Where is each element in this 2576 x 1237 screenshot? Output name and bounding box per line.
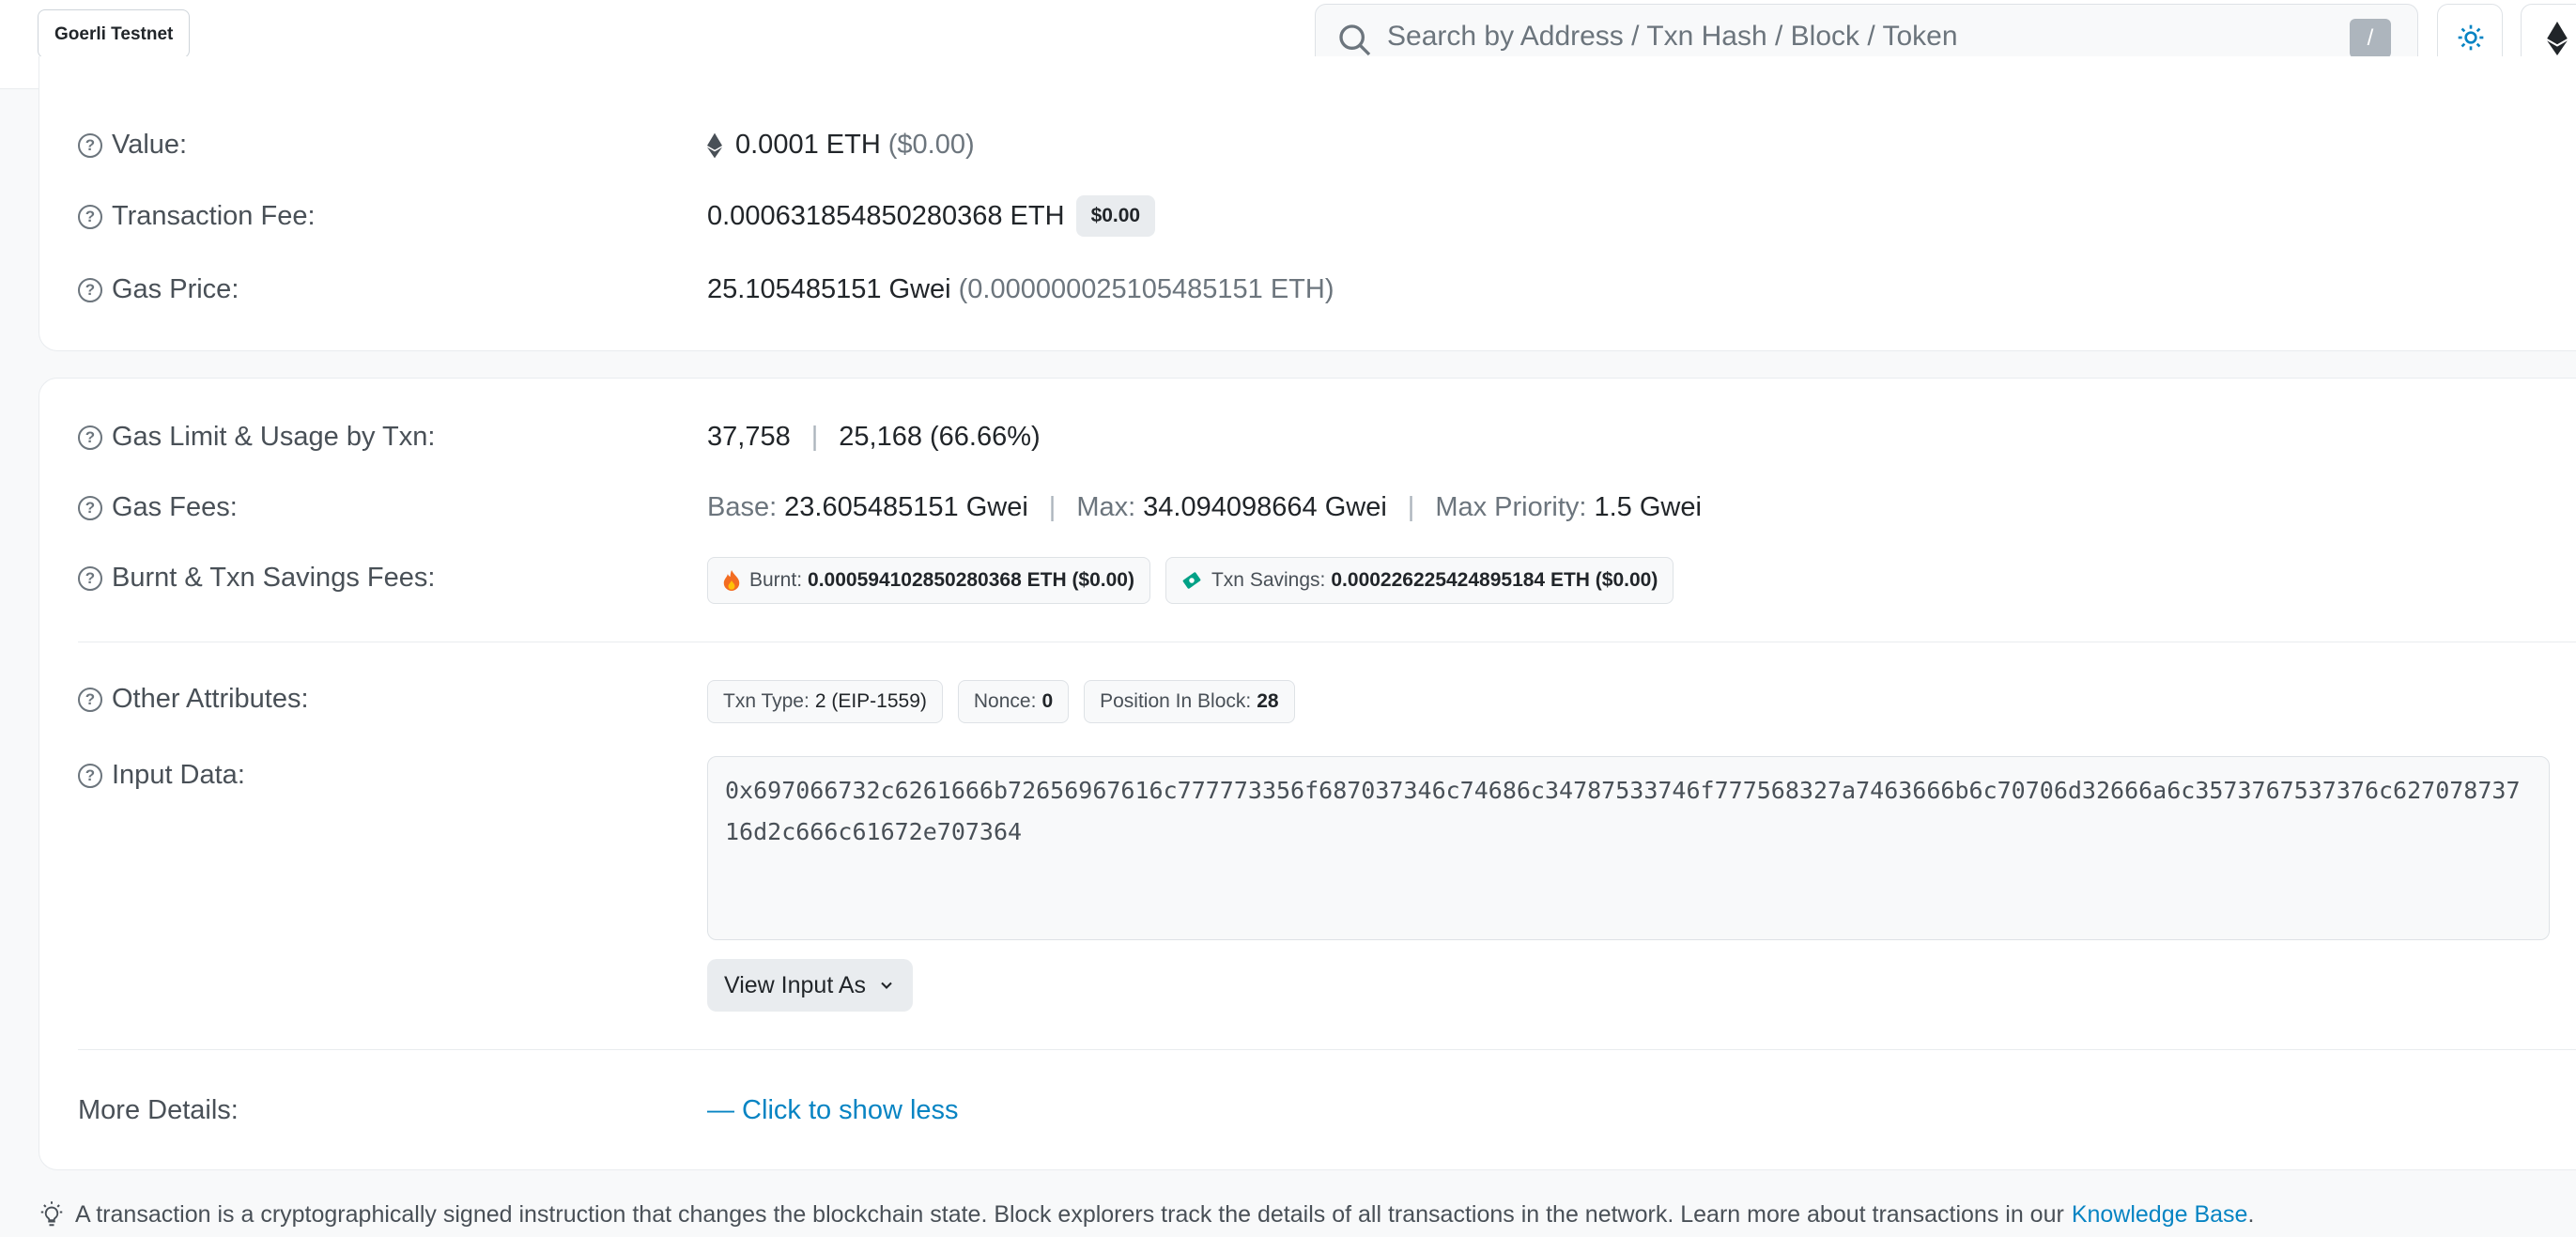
value-usd: ($0.00) (887, 130, 975, 160)
max-priority-label: Max Priority: (1435, 492, 1587, 522)
savings-fee-pill: Txn Savings: 0.000226225424895184 ETH ($… (1165, 557, 1674, 604)
burnt-fee-pill: Burnt: 0.000594102850280368 ETH ($0.00) (707, 557, 1150, 604)
question-icon[interactable]: ? (78, 565, 102, 591)
question-icon[interactable]: ? (78, 495, 102, 520)
search-icon (1339, 24, 1371, 56)
knowledge-base-link[interactable]: Knowledge Base (2072, 1201, 2248, 1229)
fee-value: 0.000631854850280368 ETH $0.00 (707, 195, 1156, 237)
view-input-as-label: View Input As (724, 971, 867, 998)
txn-type-key: Txn Type: (723, 690, 810, 712)
base-fee-label: Base: (707, 492, 778, 522)
input-data-label: ? Input Data: (78, 760, 245, 791)
gas-price-value: 25.105485151 Gwei (0.000000025105485151 … (707, 274, 1334, 305)
gas-limit-label: ? Gas Limit & Usage by Txn: (78, 422, 435, 453)
separator: | (1407, 492, 1415, 522)
gas-price-label: ? Gas Price: (78, 274, 239, 305)
gas-price-gwei: 25.105485151 Gwei (707, 274, 951, 304)
divider (78, 1049, 2576, 1050)
savings-value: 0.000226225424895184 ETH ($0.00) (1331, 569, 1658, 591)
other-attributes-value: Txn Type: 2 (EIP-1559) Nonce: 0 Position… (707, 680, 1310, 723)
network-badge[interactable]: Goerli Testnet (38, 9, 191, 58)
max-priority-value: 1.5 Gwei (1594, 492, 1702, 522)
question-icon[interactable]: ? (78, 204, 102, 229)
question-icon[interactable]: ? (78, 277, 102, 302)
question-icon[interactable]: ? (78, 687, 102, 712)
gas-limit-label-text: Gas Limit & Usage by Txn: (112, 422, 436, 452)
transaction-summary-card: ? Value: 0.0001 ETH ($0.00) ? Transactio… (39, 56, 2576, 351)
transaction-details-card: ? Gas Limit & Usage by Txn: 37,758 | 25,… (39, 378, 2576, 1170)
txn-type-pill: Txn Type: 2 (EIP-1559) (707, 680, 943, 723)
nonce-value: 0 (1041, 690, 1054, 712)
more-details-label: More Details: (78, 1095, 239, 1125)
burnt-savings-label: ? Burnt & Txn Savings Fees: (78, 563, 435, 594)
gas-limit-value: 37,758 | 25,168 (66.66%) (707, 422, 1041, 453)
value-value: 0.0001 ETH ($0.00) (707, 130, 975, 161)
separator: | (1048, 492, 1057, 522)
nonce-key: Nonce: (973, 690, 1037, 712)
fee-amount: 0.000631854850280368 ETH (707, 200, 1065, 231)
fee-usd-badge: $0.00 (1075, 195, 1156, 237)
fee-label: ? Transaction Fee: (78, 201, 316, 232)
txn-type-value: 2 (EIP-1559) (814, 690, 927, 712)
gas-fees-label-text: Gas Fees: (112, 492, 238, 522)
separator: | (810, 422, 819, 452)
sun-icon (2458, 24, 2484, 51)
fee-label-text: Transaction Fee: (112, 201, 316, 231)
burnt-value: 0.000594102850280368 ETH ($0.00) (808, 569, 1134, 591)
position-key: Position In Block: (1100, 690, 1252, 712)
input-data-label-text: Input Data: (112, 760, 245, 790)
value-amount: 0.0001 ETH (735, 130, 881, 160)
show-less-link-text[interactable]: — Click to show less (707, 1095, 959, 1126)
savings-icon (1182, 572, 1201, 589)
burnt-savings-value: Burnt: 0.000594102850280368 ETH ($0.00) … (707, 557, 1689, 604)
question-icon[interactable]: ? (78, 425, 102, 450)
view-input-as-button[interactable]: View Input As (707, 959, 914, 1012)
input-data-textarea[interactable]: 0x697066732c6261666b72656967616c77777335… (707, 756, 2550, 940)
burnt-key: Burnt: (749, 569, 803, 591)
burnt-savings-label-text: Burnt & Txn Savings Fees: (112, 563, 436, 593)
chevron-down-icon (881, 982, 892, 989)
savings-key: Txn Savings: (1211, 569, 1326, 591)
max-fee-label: Max: (1076, 492, 1136, 522)
ethereum-icon (2547, 22, 2568, 55)
gas-limit: 37,758 (707, 422, 791, 452)
search-shortcut-key: / (2350, 19, 2391, 58)
position-value: 28 (1257, 690, 1279, 712)
value-label: ? Value: (78, 130, 187, 161)
gas-price-label-text: Gas Price: (112, 274, 239, 304)
gas-price-eth: (0.000000025105485151 ETH) (958, 274, 1334, 304)
gas-usage: 25,168 (66.66%) (839, 422, 1041, 452)
value-label-text: Value: (112, 130, 188, 160)
question-icon[interactable]: ? (78, 132, 102, 158)
footer-note: A transaction is a cryptographically sig… (38, 1200, 2254, 1229)
lightbulb-icon (40, 1201, 63, 1227)
position-pill: Position In Block: 28 (1084, 680, 1295, 723)
nonce-pill: Nonce: 0 (957, 680, 1070, 723)
max-fee-value: 34.094098664 Gwei (1143, 492, 1387, 522)
gas-fees-value: Base: 23.605485151 Gwei | Max: 34.094098… (707, 492, 1702, 523)
base-fee-value: 23.605485151 Gwei (784, 492, 1028, 522)
fire-icon (723, 570, 740, 591)
footer-text: A transaction is a cryptographically sig… (75, 1200, 2064, 1228)
footer-end: . (2247, 1200, 2255, 1228)
show-less-link[interactable]: — Click to show less (707, 1095, 959, 1126)
gas-fees-label: ? Gas Fees: (78, 492, 238, 523)
other-attributes-label-text: Other Attributes: (112, 684, 309, 714)
question-icon[interactable]: ? (78, 763, 102, 788)
other-attributes-label: ? Other Attributes: (78, 684, 309, 715)
ethereum-icon (707, 132, 722, 158)
